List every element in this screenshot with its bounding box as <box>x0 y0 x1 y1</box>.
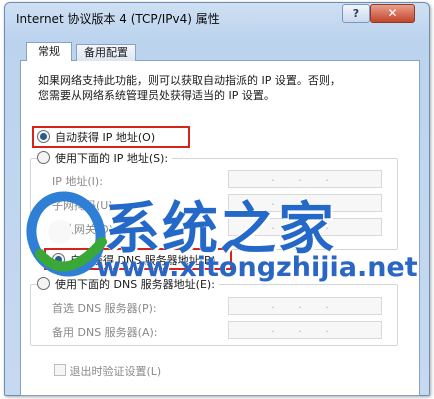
alternate-dns-input[interactable]: . . . <box>228 321 382 339</box>
close-button[interactable]: ✕ <box>370 4 415 23</box>
description-line-2: 您需要从网络系统管理员处获得适当的 IP 设置。 <box>38 89 275 102</box>
checkbox-box <box>54 364 66 376</box>
alternate-dns-label: 备用 DNS 服务器(A): <box>52 326 158 339</box>
validate-settings-label: 退出时验证设置(L) <box>69 365 162 378</box>
window-title: Internet 协议版本 4 (TCP/IPv4) 属性 <box>16 12 220 26</box>
tab-alternate-config[interactable]: 备用配置 <box>76 44 136 61</box>
radio-indicator <box>37 130 50 143</box>
tab-general[interactable]: 常规 <box>26 42 72 61</box>
auto-ip-label: 自动获得 IP 地址(O) <box>55 131 156 144</box>
preferred-dns-label: 首选 DNS 服务器(P): <box>52 302 157 315</box>
auto-ip-radio[interactable]: 自动获得 IP 地址(O) <box>37 129 155 144</box>
manual-ip-label: 使用下面的 IP 地址(S): <box>55 152 169 165</box>
watermark-url: www.xitongzhijia.net <box>96 252 418 283</box>
logo-center <box>48 220 72 244</box>
manual-ip-radio[interactable]: 使用下面的 IP 地址(S): <box>37 150 173 165</box>
ip-address-label: IP 地址(I): <box>52 175 103 188</box>
preferred-dns-input[interactable]: . . . <box>228 297 382 315</box>
validate-settings-checkbox[interactable]: 退出时验证设置(L) <box>54 363 161 379</box>
description-line-1: 如果网络支持此功能，则可以获取自动指派的 IP 设置。否则， <box>38 74 341 87</box>
help-button[interactable]: ? <box>342 4 370 23</box>
radio-indicator <box>37 151 50 164</box>
